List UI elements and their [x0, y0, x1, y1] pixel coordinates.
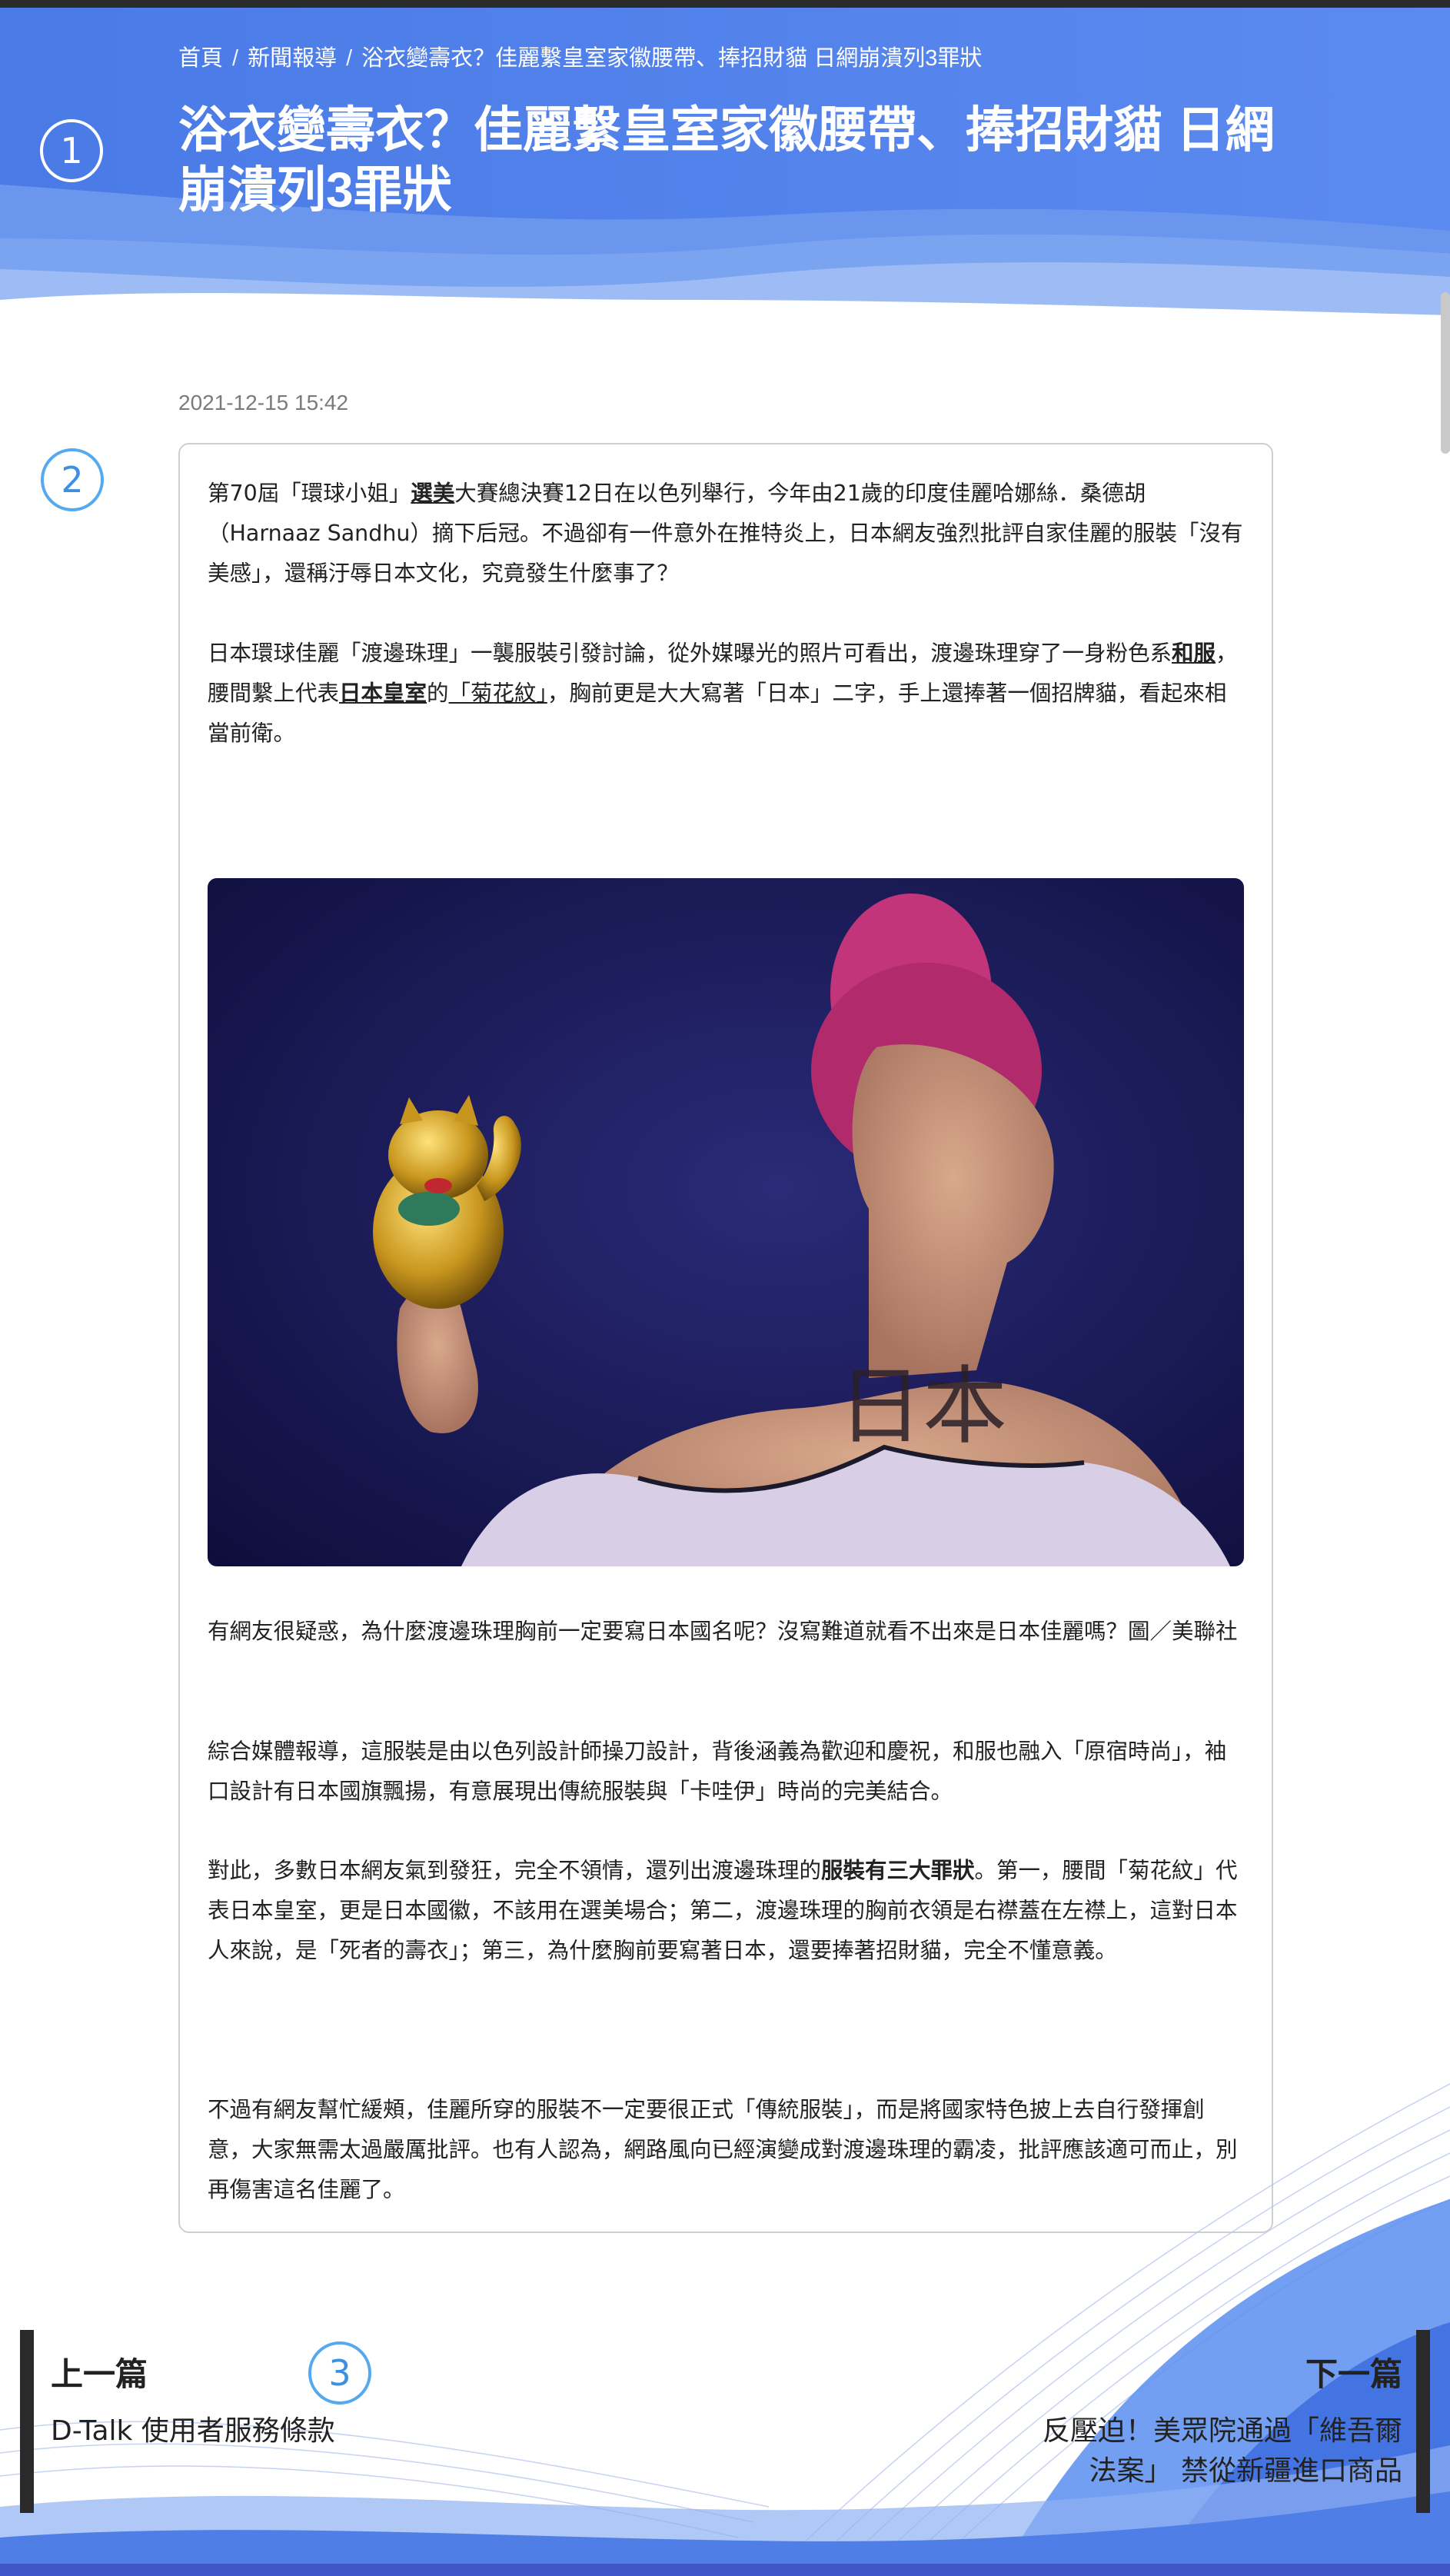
prev-article-label: 上一篇	[51, 2355, 148, 2393]
top-edge-bar	[0, 0, 1450, 8]
text-span: 對此，多數日本網友氣到發狂，完全不領情，還列出渡邊珠理的	[208, 1858, 822, 1883]
text-span: 日本環球佳麗「渡邊珠理」一襲服裝引發討論，從外媒曝光的照片可看出，渡邊珠理穿了一…	[208, 641, 1172, 666]
article-paragraph-2: 日本環球佳麗「渡邊珠理」一襲服裝引發討論，從外媒曝光的照片可看出，渡邊珠理穿了一…	[208, 634, 1244, 754]
step-marker-3-label: 3	[328, 2352, 351, 2394]
article-paragraph-1: 第70屆「環球小姐」選美大賽總決賽12日在以色列舉行，今年由21歲的印度佳麗哈娜…	[208, 474, 1244, 594]
page-title: 浴衣變壽衣？佳麗繫皇室家徽腰帶、捧招財貓 日網崩潰列3罪狀	[178, 102, 1275, 218]
breadcrumb-home[interactable]: 首頁	[178, 46, 223, 71]
breadcrumb: 首頁 / 新聞報導 / 浴衣變壽衣？佳麗繫皇室家徽腰帶、捧招財貓 日網崩潰列3罪狀	[178, 40, 982, 72]
article-photo: 日本	[208, 878, 1244, 1566]
breadcrumb-section[interactable]: 新聞報導	[248, 46, 337, 71]
scrollbar-thumb[interactable]	[1441, 292, 1450, 454]
next-article-link[interactable]: 反壓迫！美眾院通過「維吾爾 法案」 禁從新疆進口商品	[1043, 2411, 1402, 2491]
next-article-label: 下一篇	[1305, 2355, 1402, 2393]
prev-article-link[interactable]: D-Talk 使用者服務條款	[51, 2411, 335, 2451]
step-marker-1: 1	[40, 119, 103, 182]
text-span: 的	[427, 681, 449, 706]
tag-link-kimono[interactable]: 和服	[1172, 641, 1216, 666]
step-marker-1-label: 1	[60, 130, 83, 171]
article-paragraph-4: 對此，多數日本網友氣到發狂，完全不領情，還列出渡邊珠理的服裝有三大罪狀。第一，腰…	[208, 1851, 1244, 1971]
next-article-bar	[1416, 2330, 1430, 2513]
article-paragraph-3: 綜合媒體報導，這服裝是由以色列設計師操刀設計，背後涵義為歡迎和慶祝，和服也融入「…	[208, 1739, 1227, 1804]
photo-caption: 有網友很疑惑，為什麼渡邊珠理胸前一定要寫日本國名呢？沒寫難道就看不出來是日本佳麗…	[208, 1619, 1238, 1644]
step-marker-3: 3	[308, 2341, 371, 2405]
step-marker-2: 2	[41, 448, 104, 511]
breadcrumb-current: 浴衣變壽衣？佳麗繫皇室家徽腰帶、捧招財貓 日網崩潰列3罪狀	[361, 46, 983, 71]
bottom-edge-bar	[0, 2564, 1450, 2576]
next-article-title-line-1[interactable]: 反壓迫！美眾院通過「維吾爾	[1043, 2411, 1402, 2451]
next-article-title-line-2[interactable]: 法案」 禁從新疆進口商品	[1043, 2451, 1402, 2491]
text-span: 第70屆「環球小姐」	[208, 481, 411, 506]
step-marker-2-label: 2	[61, 459, 84, 501]
bold-phrase: 服裝有三大罪狀	[821, 1858, 975, 1883]
breadcrumb-separator: /	[232, 46, 239, 71]
tag-link-chrysanthemum[interactable]: 「菊花紋」	[449, 681, 547, 706]
prev-article-bar	[20, 2330, 34, 2513]
tag-link-pageant[interactable]: 選美	[411, 481, 454, 506]
publish-date: 2021-12-15 15:42	[178, 391, 349, 414]
tag-link-imperial-family[interactable]: 日本皇室	[339, 681, 427, 706]
photo-chest-text: 日本	[838, 1357, 1007, 1456]
breadcrumb-separator: /	[346, 46, 353, 71]
